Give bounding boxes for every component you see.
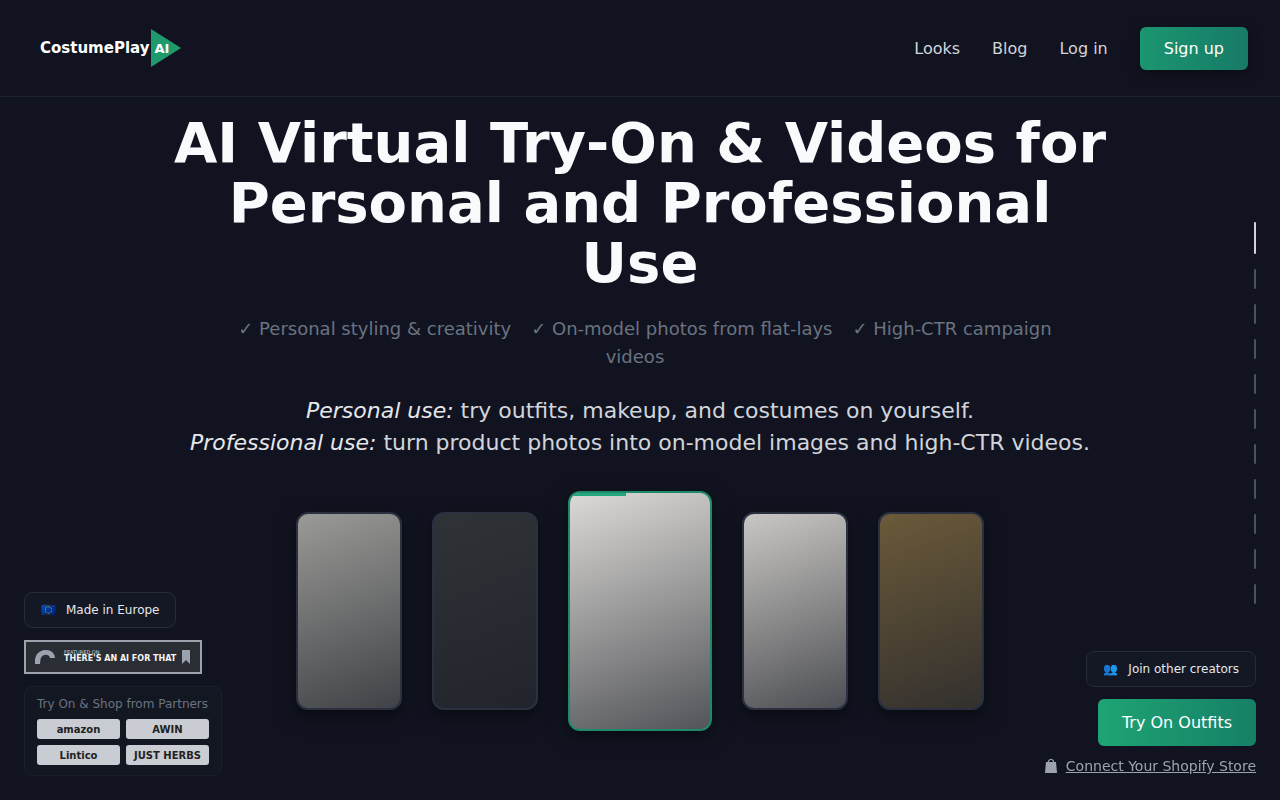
scroll-step[interactable] [1254, 222, 1256, 254]
hero-title: AI Virtual Try-On & Videos forPersonal a… [174, 113, 1106, 293]
scroll-step[interactable] [1254, 304, 1256, 324]
partner-logo[interactable]: Lintico [37, 745, 120, 765]
gallery-card[interactable] [432, 512, 538, 710]
gallery-card[interactable] [742, 512, 848, 710]
hero: AI Virtual Try-On & Videos forPersonal a… [0, 97, 1280, 731]
gallery-card[interactable] [568, 491, 712, 731]
logo-name: CostumePlay [40, 39, 149, 57]
nav: Looks Blog Log in Sign up [914, 27, 1248, 70]
scroll-step[interactable] [1254, 409, 1256, 429]
featured-badge[interactable]: FEATURED ONTHERE'S AN AI FOR THAT [24, 640, 202, 674]
progress-bar [570, 493, 626, 496]
scroll-indicator [1254, 222, 1256, 604]
feature-list: ✓ Personal styling & creativity ✓ On-mode… [225, 315, 1055, 371]
feature: ✓ On-model photos from flat-lays [531, 318, 832, 339]
nav-link[interactable]: Looks [914, 39, 960, 58]
use-case: Personal use: try outfits, makeup, and c… [190, 395, 1090, 427]
gallery-card[interactable] [296, 512, 402, 710]
flag-icon: 🇪🇺 [41, 603, 56, 617]
partner-logo[interactable]: AWIN [126, 719, 209, 739]
left-dock: 🇪🇺Made in Europe FEATURED ONTHERE'S AN AI… [24, 592, 222, 776]
gallery-card[interactable] [878, 512, 984, 710]
use-cases: Personal use: try outfits, makeup, and c… [190, 395, 1090, 459]
shopping-bag-icon [1044, 758, 1058, 774]
europe-badge: 🇪🇺Made in Europe [24, 592, 176, 628]
nav-link[interactable]: Log in [1059, 39, 1107, 58]
logo-badge: AI [151, 29, 181, 67]
gallery [296, 491, 984, 731]
logo[interactable]: CostumePlayAI [40, 29, 181, 67]
try-on-button[interactable]: Try On Outfits [1098, 699, 1256, 746]
shopify-link[interactable]: Connect Your Shopify Store [1044, 758, 1256, 774]
partner-logo[interactable]: amazon [37, 719, 120, 739]
scroll-step[interactable] [1254, 269, 1256, 289]
bookmark-icon [182, 650, 190, 664]
scroll-step[interactable] [1254, 339, 1256, 359]
scroll-step[interactable] [1254, 479, 1256, 499]
right-dock: 👥Join other creators Try On Outfits Connec… [1044, 651, 1256, 774]
use-case: Professional use: turn product photos in… [190, 427, 1090, 459]
scroll-step[interactable] [1254, 584, 1256, 604]
partners-panel: Try On & Shop from PartnersamazonAWINLin… [24, 686, 222, 776]
partner-logo[interactable]: JUST HERBS [126, 745, 209, 765]
scroll-step[interactable] [1254, 549, 1256, 569]
join-chip[interactable]: 👥Join other creators [1086, 651, 1256, 687]
feature: ✓ Personal styling & creativity [238, 318, 511, 339]
scroll-step[interactable] [1254, 514, 1256, 534]
signup-button[interactable]: Sign up [1140, 27, 1248, 70]
page: CostumePlayAI Looks Blog Log in Sign up AI Vi… [0, 0, 1280, 800]
header: CostumePlayAI Looks Blog Log in Sign up [0, 0, 1280, 97]
ribbon-icon [32, 646, 58, 668]
scroll-step[interactable] [1254, 444, 1256, 464]
scroll-step[interactable] [1254, 374, 1256, 394]
people-icon: 👥 [1103, 662, 1118, 676]
nav-link[interactable]: Blog [992, 39, 1027, 58]
